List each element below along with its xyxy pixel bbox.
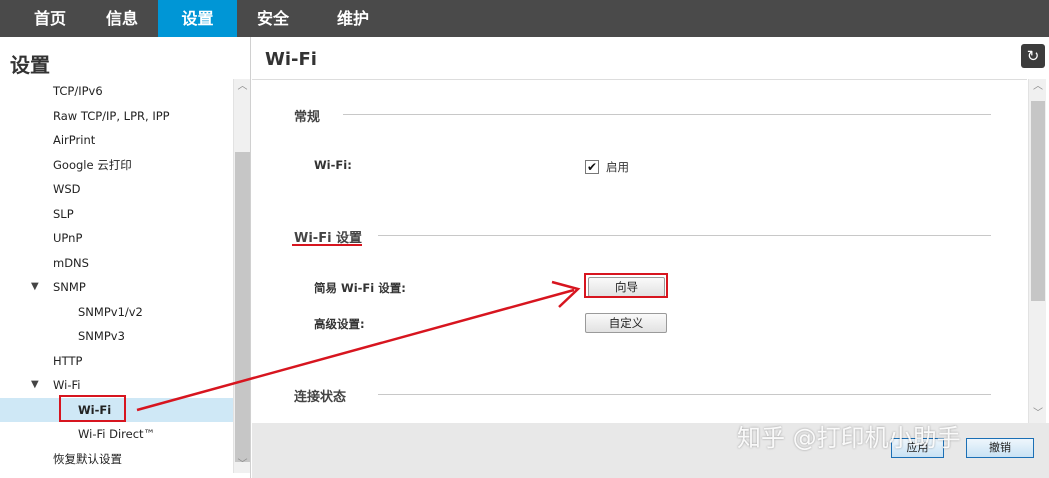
printer-web-admin: 首页 信息 设置 安全 维护 设置 TCP/IPv6 Raw TCP/IP, L… <box>0 0 1049 478</box>
watermark-text: 知乎 @打印机小助手 <box>737 424 961 452</box>
annotation-arrow <box>136 280 581 412</box>
